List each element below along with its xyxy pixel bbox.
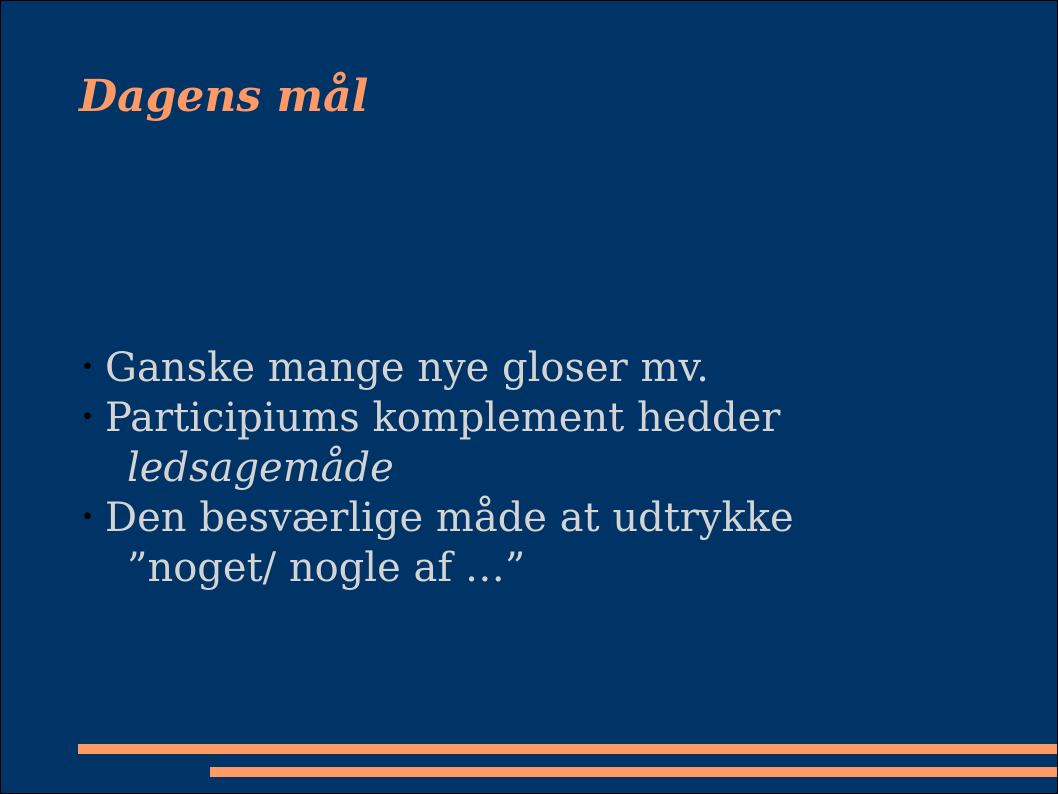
bullet-dot-icon: • xyxy=(81,355,94,380)
bullet-text: Participiums komplement hedder xyxy=(105,395,781,441)
bullet-text: Ganske mange nye gloser mv. xyxy=(105,345,710,391)
slide: Dagens mål • Ganske mange nye gloser mv.… xyxy=(0,0,1058,794)
bullet-dot-icon: • xyxy=(81,405,94,430)
bullet-text: Den besværlige måde at udtrykke xyxy=(105,495,794,541)
bullet-item: • Den besværlige måde at udtrykke ”noget… xyxy=(79,493,1019,593)
bullet-continuation: ”noget/ nogle af …” xyxy=(127,545,526,591)
bullet-continuation-italic: ledsagemåde xyxy=(127,445,394,491)
bullet-list: • Ganske mange nye gloser mv. • Particip… xyxy=(79,343,1019,593)
decorative-stripe-bottom xyxy=(210,767,1057,777)
decorative-stripe-top xyxy=(78,744,1057,754)
bullet-item: • Ganske mange nye gloser mv. xyxy=(79,343,1019,393)
bullet-item: • Participiums komplement hedder ledsage… xyxy=(79,393,1019,493)
bullet-dot-icon: • xyxy=(81,505,94,530)
slide-title: Dagens mål xyxy=(79,71,369,122)
